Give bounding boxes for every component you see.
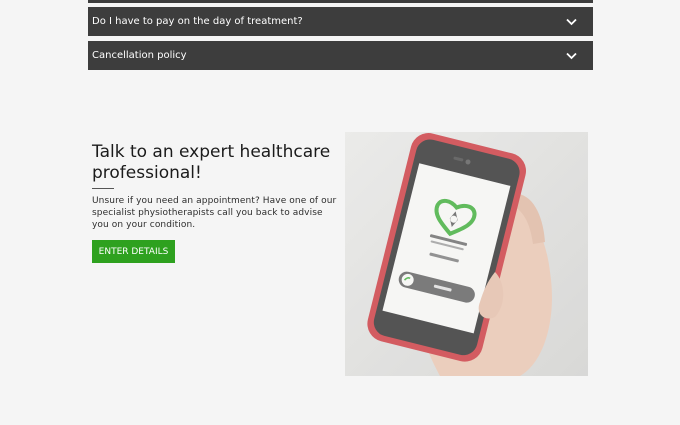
heading-divider [92,188,114,189]
faq-question: Do I have to pay on the day of treatment… [92,16,303,27]
chevron-down-icon [565,50,577,62]
cta-description: Unsure if you need an appointment? Have … [92,196,337,230]
cta-heading: Talk to an expert healthcare professiona… [92,142,331,183]
faq-item-pay-on-day[interactable]: Do I have to pay on the day of treatment… [88,7,593,36]
faq-question: Cancellation policy [92,50,187,61]
enter-details-button[interactable]: ENTER DETAILS [92,240,175,263]
phone-photo [345,132,588,376]
chevron-down-icon [565,16,577,28]
previous-faq-item-edge [88,0,593,3]
faq-item-cancellation-policy[interactable]: Cancellation policy [88,41,593,70]
